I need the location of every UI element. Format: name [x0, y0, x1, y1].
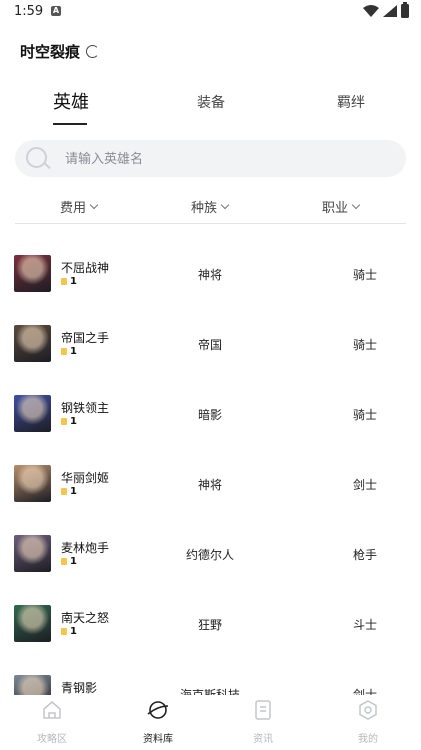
search-bar	[15, 140, 406, 179]
hero-row[interactable]: 华丽剑姬 1 神将 剑士	[0, 434, 421, 504]
hero-name: 华丽剑姬	[61, 471, 110, 485]
hero-cost-value: 1	[70, 416, 77, 427]
tab-synergies[interactable]: 羁绊	[337, 92, 365, 112]
hero-name: 青钢影	[61, 681, 98, 695]
status-time: 1:59	[14, 4, 44, 19]
hero-cost-value: 1	[70, 346, 77, 357]
gear-icon	[359, 700, 377, 720]
hero-race: 神将	[197, 478, 222, 492]
document-icon	[255, 700, 271, 720]
hero-cost: 1	[61, 416, 77, 427]
filter-race[interactable]: 种族	[191, 197, 230, 216]
nav-news[interactable]: 资讯	[223, 699, 303, 745]
signal-icon	[383, 5, 397, 17]
search-input[interactable]	[63, 140, 387, 179]
page-title-text: 时空裂痕	[20, 43, 81, 61]
hero-name: 不屈战神	[61, 261, 110, 275]
hero-name: 帝国之手	[61, 331, 110, 345]
filter-class[interactable]: 职业	[322, 197, 361, 216]
coin-icon	[61, 418, 67, 425]
battery-icon	[401, 2, 409, 18]
hero-race: 暗影	[197, 408, 222, 422]
hero-race: 帝国	[197, 338, 222, 352]
hero-class: 骑士	[352, 268, 377, 282]
nav-strategy[interactable]: 攻略区	[12, 699, 92, 745]
hero-row[interactable]: 帝国之手 1 帝国 骑士	[0, 294, 421, 364]
nav-label: 资讯	[253, 734, 273, 745]
filter-cost-label: 费用	[60, 201, 87, 216]
tab-items[interactable]: 装备	[197, 92, 225, 112]
hero-class: 剑士	[352, 478, 377, 492]
coin-icon	[61, 278, 67, 285]
hero-cost-value: 1	[70, 626, 77, 637]
notification-app-icon: A	[51, 6, 61, 16]
hero-avatar	[14, 255, 51, 292]
page-title: 时空裂痕	[20, 41, 100, 62]
coin-icon	[61, 558, 67, 565]
nav-label: 攻略区	[37, 734, 67, 745]
hero-avatar	[14, 675, 51, 696]
hero-row[interactable]: 麦林炮手 1 约德尔人 枪手	[0, 504, 421, 574]
hero-cost-value: 1	[70, 556, 77, 567]
filter-bar: 费用 种族 职业	[0, 190, 421, 222]
hero-avatar	[14, 325, 51, 362]
home-icon	[43, 701, 61, 719]
coin-icon	[61, 488, 67, 495]
search-icon	[26, 147, 47, 168]
status-indicators	[363, 2, 409, 18]
hero-cost: 1	[61, 486, 77, 497]
coin-icon	[61, 628, 67, 635]
hero-row[interactable]: 南天之怒 1 狂野 斗士	[0, 574, 421, 644]
chevron-down-icon	[89, 200, 99, 209]
active-tab-indicator	[53, 123, 87, 125]
hero-cost: 1	[61, 346, 77, 357]
hero-class: 骑士	[352, 338, 377, 352]
hero-avatar	[14, 535, 51, 572]
nav-label: 我的	[358, 734, 378, 745]
coin-icon	[61, 348, 67, 355]
hero-avatar	[14, 395, 51, 432]
hero-cost: 1	[61, 276, 77, 287]
hero-class: 枪手	[352, 548, 377, 562]
hero-race: 神将	[197, 268, 222, 282]
tab-heroes[interactable]: 英雄	[53, 88, 89, 114]
hero-cost: 1	[61, 626, 77, 637]
hero-row[interactable]: 青钢影 海克斯科技 剑士	[0, 644, 421, 696]
filter-cost[interactable]: 费用	[60, 197, 99, 216]
hero-name: 麦林炮手	[61, 541, 110, 555]
bottom-nav: 攻略区 资料库 资讯 我的	[0, 695, 421, 750]
hero-race: 约德尔人	[185, 548, 234, 562]
filter-race-label: 种族	[191, 201, 218, 216]
hero-row[interactable]: 钢铁领主 1 暗影 骑士	[0, 364, 421, 434]
hero-name: 钢铁领主	[61, 401, 110, 415]
status-bar: 1:59 A	[0, 0, 421, 24]
hero-cost-value: 1	[70, 276, 77, 287]
hero-cost-value: 1	[70, 486, 77, 497]
filter-class-label: 职业	[322, 201, 349, 216]
hero-class: 骑士	[352, 408, 377, 422]
chevron-down-icon	[351, 200, 361, 209]
nav-profile[interactable]: 我的	[328, 699, 408, 745]
wifi-icon	[363, 5, 379, 17]
nav-label: 资料库	[143, 734, 173, 745]
planet-icon	[147, 701, 169, 719]
hero-race: 狂野	[197, 618, 222, 632]
hero-row[interactable]: 不屈战神 1 神将 骑士	[0, 224, 421, 294]
hero-class: 斗士	[352, 618, 377, 632]
nav-database[interactable]: 资料库	[118, 699, 198, 745]
refresh-icon[interactable]	[86, 45, 100, 58]
hero-name: 南天之怒	[61, 611, 110, 625]
hero-list: 不屈战神 1 神将 骑士 帝国之手 1 帝国 骑士 钢铁领主 1 暗影 骑士 华…	[0, 224, 421, 696]
hero-avatar	[14, 465, 51, 502]
hero-cost: 1	[61, 556, 77, 567]
hero-avatar	[14, 605, 51, 642]
chevron-down-icon	[220, 200, 230, 209]
